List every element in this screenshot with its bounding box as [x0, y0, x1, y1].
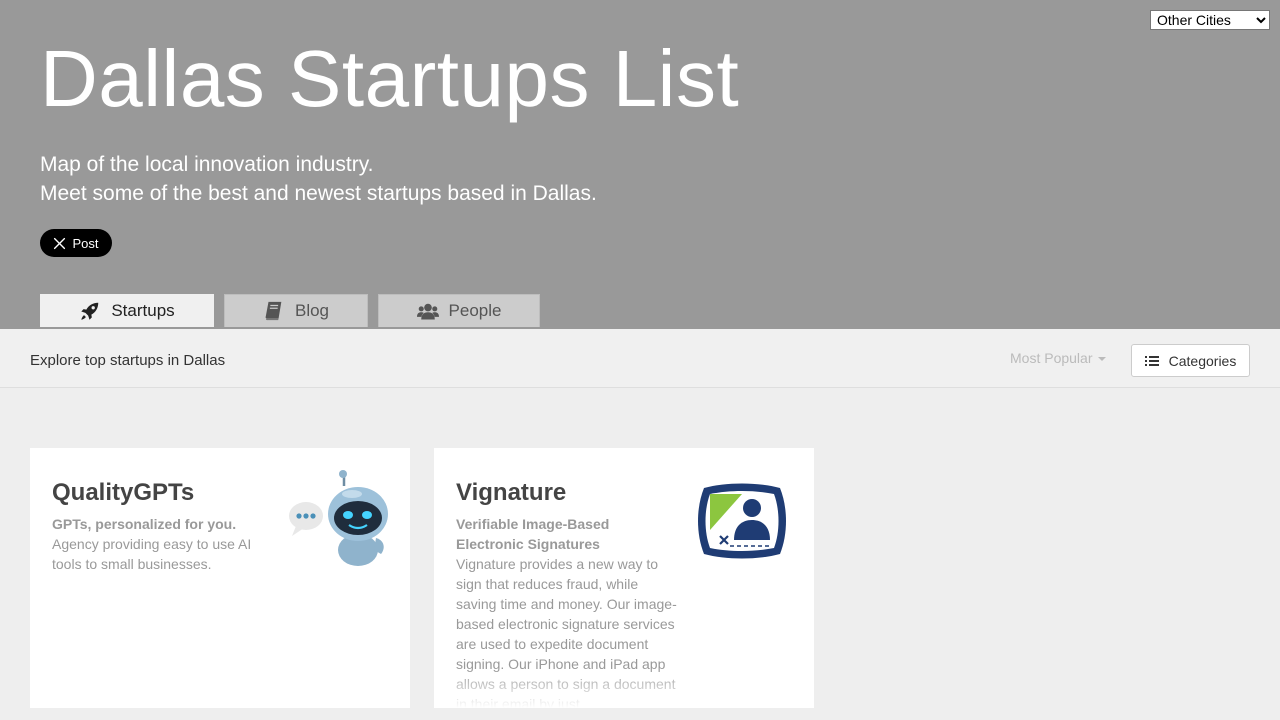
robot-logo-icon[interactable]	[286, 468, 390, 568]
tab-blog-label: Blog	[294, 301, 330, 320]
startup-tagline: GPTs, personalized for you.	[52, 516, 237, 532]
startup-card[interactable]: QualityGPTs GPTs, personalized for you. …	[30, 448, 410, 708]
startup-name[interactable]: QualityGPTs	[52, 479, 194, 507]
city-select[interactable]: Other Cities	[1150, 10, 1270, 30]
rocket-icon	[81, 302, 99, 320]
sort-label: Most Popular	[1010, 350, 1093, 366]
startup-summary: GPTs, personalized for you. Agency provi…	[52, 514, 274, 574]
users-icon	[416, 303, 439, 320]
tab-startups[interactable]: Startups	[40, 294, 214, 327]
tagline-line-1: Map of the local innovation industry.	[40, 153, 374, 176]
tab-people[interactable]: People	[378, 294, 540, 327]
tagline-line-2: Meet some of the best and newest startup…	[40, 182, 597, 205]
toolbar: Explore top startups in Dallas Most Popu…	[0, 329, 1280, 388]
page-title: Dallas Startups List	[40, 34, 740, 123]
tab-people-label: People	[448, 301, 502, 320]
startup-card[interactable]: Vignature Verifiable Image-Based Electro…	[434, 448, 814, 708]
signature-logo-icon[interactable]	[696, 480, 788, 562]
caret-down-icon	[1098, 357, 1107, 361]
book-icon	[265, 301, 282, 321]
post-button-label: Post	[72, 235, 99, 251]
card-fade	[434, 668, 814, 708]
list-icon	[1144, 355, 1159, 366]
startup-tagline: Verifiable Image-Based Electronic Signat…	[456, 516, 610, 552]
startup-name[interactable]: Vignature	[456, 479, 566, 507]
card-fade	[30, 668, 410, 708]
post-button[interactable]: Post	[40, 229, 112, 257]
tab-blog[interactable]: Blog	[224, 294, 368, 327]
x-logo-icon	[54, 237, 66, 249]
startup-description: Agency providing easy to use AI tools to…	[52, 536, 252, 572]
explore-text: Explore top startups in Dallas	[30, 352, 226, 369]
tab-startups-label: Startups	[111, 301, 175, 320]
categories-button[interactable]: Categories	[1131, 344, 1250, 377]
sort-dropdown[interactable]: Most Popular	[1010, 350, 1107, 366]
categories-button-label: Categories	[1168, 352, 1237, 369]
